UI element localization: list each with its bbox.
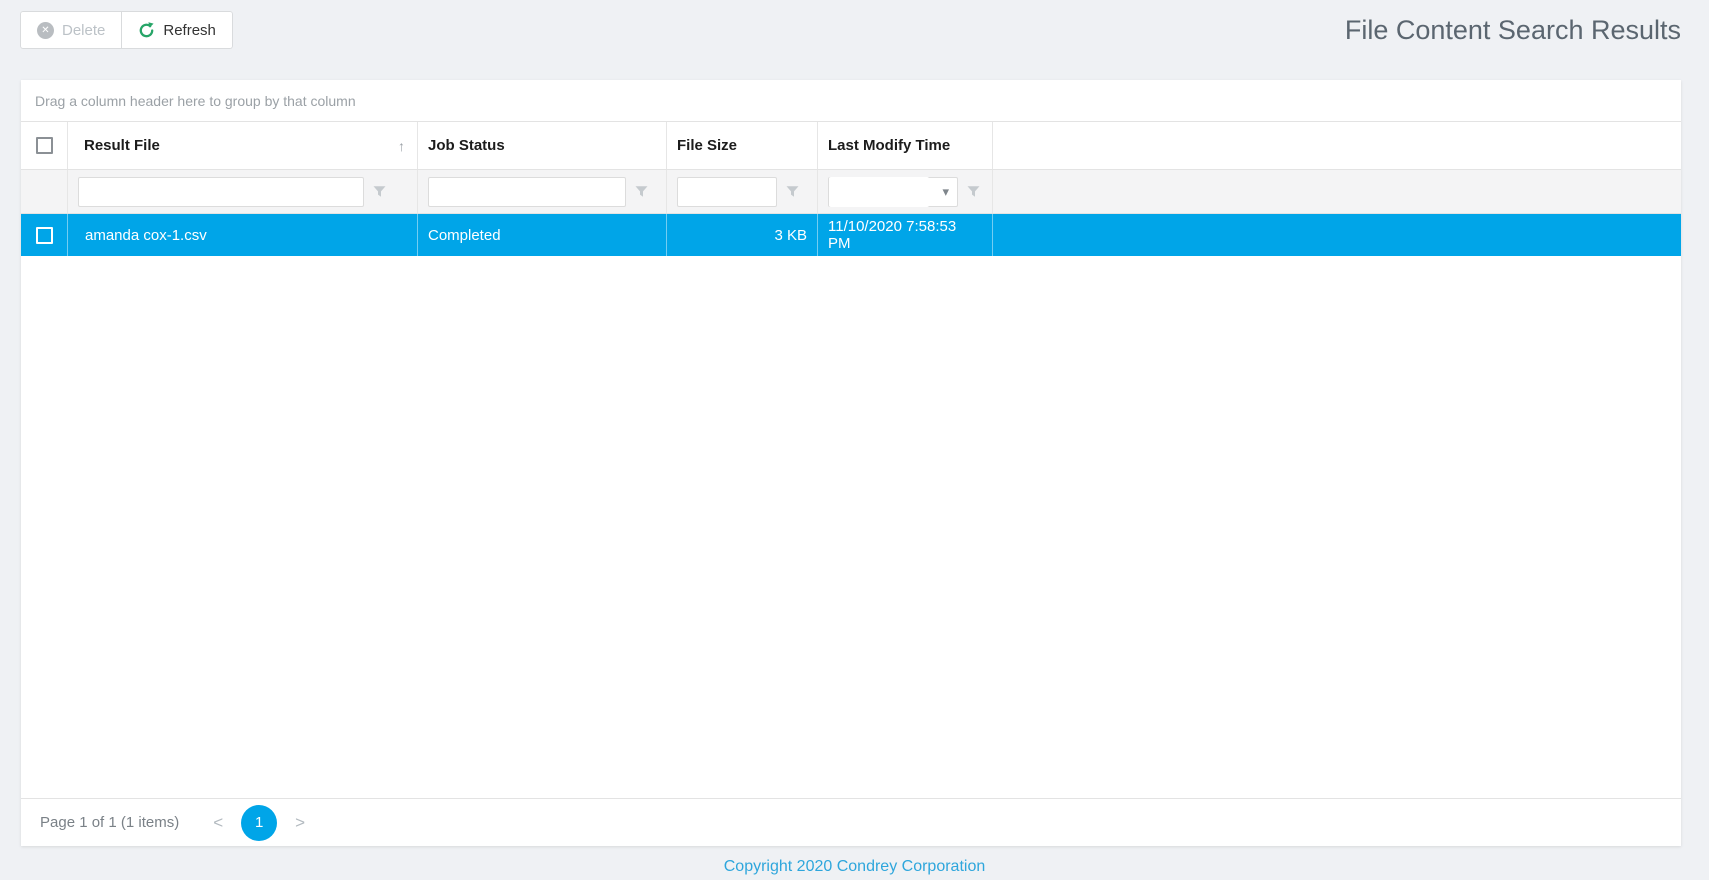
filter-cell-filler (992, 170, 1681, 213)
header-cell-file-size[interactable]: File Size (666, 122, 817, 169)
grid-filter-row: ▾ (21, 170, 1681, 214)
filter-cell-checkbox (21, 170, 67, 213)
row-cell-checkbox (21, 214, 67, 256)
filter-cell-file-size (666, 170, 817, 213)
toolbar-button-group: ✕ Delete Refresh (20, 11, 233, 49)
filter-cell-last-modify-time: ▾ (817, 170, 992, 213)
row-cell-result-file[interactable]: amanda cox-1.csv (67, 214, 417, 256)
row-cell-job-status[interactable]: Completed (417, 214, 666, 256)
header-cell-result-file[interactable]: Result File ↑ (67, 122, 417, 169)
refresh-button-label: Refresh (163, 21, 216, 39)
table-row-selected[interactable]: amanda cox-1.csv Completed 3 KB 11/10/20… (21, 214, 1681, 256)
page-footer: Copyright 2020 Condrey Corporation (0, 858, 1709, 876)
filter-date-select-last-modify-time[interactable]: ▾ (828, 176, 958, 207)
column-label-last-modify-time: Last Modify Time (828, 137, 951, 154)
row-cell-last-modify-time[interactable]: 11/10/2020 7:58:53 PM (817, 214, 992, 256)
result-file-value: amanda cox-1.csv (85, 226, 207, 244)
column-label-job-status: Job Status (428, 137, 505, 154)
topbar: ✕ Delete Refresh File Content Search Res… (0, 0, 1709, 60)
column-label-file-size: File Size (677, 137, 738, 154)
filter-funnel-icon-job-status[interactable] (635, 185, 648, 198)
filter-input-last-modify-time[interactable] (829, 176, 929, 207)
row-checkbox[interactable] (35, 226, 53, 244)
sort-ascending-icon[interactable]: ↑ (398, 138, 405, 154)
delete-icon: ✕ (37, 21, 54, 39)
select-all-checkbox[interactable] (35, 137, 53, 154)
filter-input-result-file[interactable] (78, 176, 364, 207)
copyright-link[interactable]: Copyright 2020 Condrey Corporation (724, 858, 985, 875)
grid-header-row: Result File ↑ Job Status File Size Last … (21, 122, 1681, 170)
refresh-icon (138, 21, 155, 39)
column-label-result-file: Result File (84, 137, 160, 154)
filter-cell-job-status (417, 170, 666, 213)
grid-empty-area (21, 256, 1681, 798)
page-title: File Content Search Results (1344, 14, 1681, 45)
header-cell-select-all (21, 122, 67, 169)
filter-funnel-icon-result-file[interactable] (373, 185, 386, 198)
pager: Page 1 of 1 (1 items) < 1 > (21, 798, 1681, 846)
results-grid-panel: Drag a column header here to group by th… (21, 80, 1681, 846)
refresh-button[interactable]: Refresh (122, 11, 233, 49)
file-size-value: 3 KB (774, 226, 807, 244)
filter-funnel-icon-file-size[interactable] (786, 185, 799, 198)
filter-cell-result-file (67, 170, 417, 213)
group-by-hint: Drag a column header here to group by th… (35, 92, 356, 109)
row-cell-filler[interactable] (992, 214, 1681, 256)
filter-input-job-status[interactable] (428, 176, 626, 207)
job-status-value: Completed (428, 226, 501, 244)
pager-prev-icon[interactable]: < (209, 813, 227, 833)
header-cell-filler (992, 122, 1681, 169)
delete-button[interactable]: ✕ Delete (20, 11, 123, 49)
last-modify-time-value: 11/10/2020 7:58:53 PM (828, 218, 957, 252)
filter-input-file-size[interactable] (677, 176, 777, 207)
group-by-panel[interactable]: Drag a column header here to group by th… (21, 80, 1681, 122)
pager-summary: Page 1 of 1 (1 items) (40, 814, 180, 831)
pager-next-icon[interactable]: > (291, 813, 309, 833)
header-cell-last-modify-time[interactable]: Last Modify Time (817, 122, 992, 169)
row-cell-file-size[interactable]: 3 KB (666, 214, 817, 256)
chevron-down-icon[interactable]: ▾ (942, 184, 949, 200)
filter-funnel-icon-last-modify-time[interactable] (967, 185, 980, 198)
delete-button-label: Delete (62, 21, 106, 39)
pager-page-1[interactable]: 1 (241, 804, 278, 841)
header-cell-job-status[interactable]: Job Status (417, 122, 666, 169)
